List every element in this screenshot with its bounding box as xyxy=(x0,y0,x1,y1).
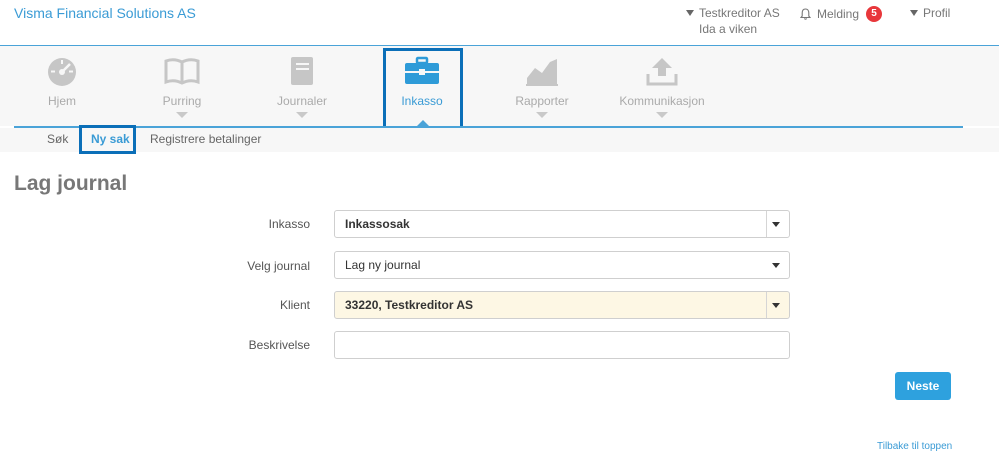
subnav-highlight-box xyxy=(79,125,136,154)
chevron-down-icon xyxy=(296,112,308,118)
page-title: Lag journal xyxy=(14,172,128,195)
subnav-item-sok[interactable]: Søk xyxy=(47,132,68,146)
inkasso-label: Inkasso xyxy=(268,217,310,231)
nav-item-purring[interactable]: Purring xyxy=(132,54,232,126)
klient-select-value: 33220, Testkreditor AS xyxy=(345,298,474,312)
beskrivelse-input[interactable] xyxy=(334,331,790,359)
inkasso-select-value: Inkassosak xyxy=(345,217,410,231)
next-button[interactable]: Neste xyxy=(895,372,951,400)
nav-label-purring: Purring xyxy=(162,94,202,108)
dropdown-arrow-icon xyxy=(910,10,918,16)
chevron-down-icon xyxy=(656,112,668,118)
journal-select[interactable]: Lag ny journal xyxy=(334,251,790,279)
nav-item-rapporter[interactable]: Rapporter xyxy=(492,54,592,126)
brand-title[interactable]: Visma Financial Solutions AS xyxy=(14,5,196,21)
nav-label-hjem: Hjem xyxy=(47,94,76,108)
klient-label: Klient xyxy=(279,298,310,312)
bell-icon xyxy=(800,8,811,20)
book-icon xyxy=(164,58,200,85)
nav-label-kommunikasjon: Kommunikasjon xyxy=(619,94,705,108)
creditor-name: Testkreditor AS xyxy=(699,6,780,20)
nav-item-hjem[interactable]: Hjem xyxy=(12,54,112,126)
nav-highlight-box xyxy=(383,48,463,130)
nav-item-journaler[interactable]: Journaler xyxy=(252,54,352,126)
klient-select[interactable]: 33220, Testkreditor AS xyxy=(334,291,790,319)
caret-down-icon xyxy=(772,263,780,268)
select-separator xyxy=(766,211,767,237)
melding-label: Melding xyxy=(817,7,860,21)
speedometer-icon xyxy=(48,58,76,86)
upload-icon xyxy=(646,58,678,86)
nav-item-kommunikasjon[interactable]: Kommunikasjon xyxy=(612,54,712,126)
caret-down-icon xyxy=(772,222,780,227)
journal-select-value: Lag ny journal xyxy=(345,258,421,272)
chevron-down-icon xyxy=(536,112,548,118)
creditor-menu[interactable]: Testkreditor AS xyxy=(686,6,780,20)
caret-down-icon xyxy=(772,303,780,308)
back-to-top-link[interactable]: Tilbake til toppen xyxy=(877,441,952,452)
creditor-subtitle: Ida a viken xyxy=(699,22,758,36)
profil-menu[interactable]: Profil xyxy=(910,6,950,20)
beskrivelse-label: Beskrivelse xyxy=(248,338,310,352)
subnav-item-registrere-betalinger[interactable]: Registrere betalinger xyxy=(150,132,261,146)
profil-label: Profil xyxy=(923,6,951,20)
melding-menu[interactable]: Melding 5 xyxy=(800,6,883,22)
chart-icon xyxy=(526,59,558,86)
chevron-down-icon xyxy=(176,112,188,118)
nav-label-rapporter: Rapporter xyxy=(515,94,569,108)
notebook-icon xyxy=(291,57,313,85)
notification-badge: 5 xyxy=(866,6,883,22)
dropdown-arrow-icon xyxy=(686,10,694,16)
inkasso-select[interactable]: Inkassosak xyxy=(334,210,790,238)
select-separator xyxy=(766,292,767,318)
journal-label: Velg journal xyxy=(247,259,310,273)
nav-label-journaler: Journaler xyxy=(276,94,328,108)
